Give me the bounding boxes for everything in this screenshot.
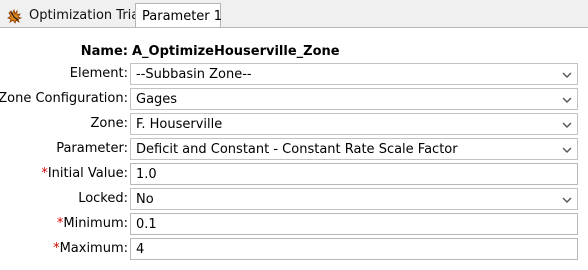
element-label: Element: <box>69 66 128 81</box>
tab-optimization-trial[interactable]: Optimization Trial <box>4 4 143 27</box>
chevron-down-icon[interactable] <box>560 68 574 82</box>
initial-value-label: *Initial Value: <box>41 163 128 184</box>
initial-value-input-value: 1.0 <box>136 166 157 182</box>
tab-optimization-trial-label: Optimization Trial <box>29 8 143 23</box>
zone-select-value: F. Houserville <box>136 116 223 132</box>
chevron-down-icon[interactable] <box>560 93 574 107</box>
tab-bar: Optimization Trial Parameter 1 <box>0 0 588 28</box>
locked-label: Locked: <box>78 191 128 206</box>
parameter-label: Parameter: <box>56 141 128 156</box>
name-value: A_OptimizeHouserville_Zone <box>132 44 340 59</box>
parameter-select[interactable]: Deficit and Constant - Constant Rate Sca… <box>130 138 578 160</box>
zone-configuration-select[interactable]: Gages <box>130 88 578 110</box>
zone-configuration-select-value: Gages <box>136 91 178 107</box>
chevron-down-icon[interactable] <box>560 118 574 132</box>
maximum-input-value: 4 <box>136 241 145 257</box>
locked-select-value: No <box>136 191 154 207</box>
name-label: Name: <box>80 44 128 59</box>
tab-parameter-1[interactable]: Parameter 1 <box>135 3 223 28</box>
parameter-select-value: Deficit and Constant - Constant Rate Sca… <box>136 141 458 157</box>
zone-label: Zone: <box>90 116 128 131</box>
zone-select[interactable]: F. Houserville <box>130 113 578 135</box>
chevron-down-icon[interactable] <box>560 193 574 207</box>
initial-value-input[interactable]: 1.0 <box>130 163 578 185</box>
optimization-trial-icon <box>7 8 23 24</box>
initial-value-label-text: Initial Value: <box>47 166 128 181</box>
minimum-label: *Minimum: <box>57 213 128 234</box>
element-select-value: --Subbasin Zone-- <box>136 66 252 82</box>
minimum-label-text: Minimum: <box>63 216 128 231</box>
element-select[interactable]: --Subbasin Zone-- <box>130 63 578 85</box>
zone-configuration-label: Zone Configuration: <box>0 91 128 106</box>
maximum-input[interactable]: 4 <box>130 238 578 260</box>
tab-parameter-1-label: Parameter 1 <box>142 8 223 24</box>
maximum-label-text: Maximum: <box>59 241 128 256</box>
maximum-label: *Maximum: <box>53 238 128 259</box>
chevron-down-icon[interactable] <box>560 143 574 157</box>
minimum-input-value: 0.1 <box>136 216 157 232</box>
parameter-editor-panel: Name: A_OptimizeHouserville_Zone Element… <box>0 28 588 270</box>
minimum-input[interactable]: 0.1 <box>130 213 578 235</box>
locked-select[interactable]: No <box>130 188 578 210</box>
